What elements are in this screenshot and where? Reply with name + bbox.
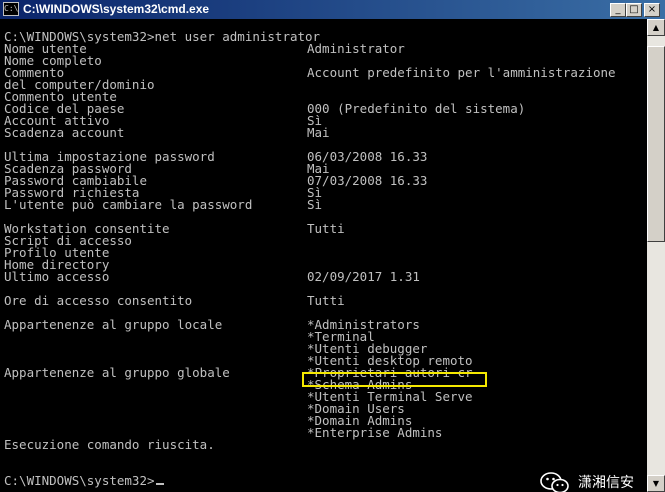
title-bar[interactable]: C:\ C:\WINDOWS\system32\cmd.exe _ □ × [0, 0, 665, 19]
console-line-left: Appartenenze al gruppo globale [4, 365, 230, 380]
console-output[interactable]: C:\WINDOWS\system32>net user administrat… [0, 19, 647, 492]
console-line: Scadenza account Mai [4, 125, 330, 140]
console-line: *Utenti debugger [4, 342, 427, 355]
console-line: L'utente può cambiare la password Sì [4, 197, 323, 212]
console-line-right: Administrator [307, 41, 405, 56]
console-line: Ultimo accesso 02/09/2017 1.31 [4, 269, 420, 284]
scroll-thumb[interactable] [647, 46, 665, 242]
maximize-button[interactable]: □ [626, 3, 642, 17]
console-line: Appartenenze al gruppo locale *Administra… [4, 317, 420, 332]
console-line-right: Account predefinito per l'amministrazion… [307, 65, 616, 80]
console-line: *Domain Users [4, 402, 405, 415]
highlight-box [302, 372, 487, 387]
console-line: Esecuzione comando riuscita. [4, 437, 320, 452]
minimize-button[interactable]: _ [610, 3, 626, 17]
console-line-left: Ore di accesso consentito [4, 293, 193, 308]
console-line: C:\WINDOWS\system32> [4, 473, 320, 488]
console-lines: C:\WINDOWS\system32>net user administrat… [4, 30, 616, 488]
console-line: *Domain Admins [4, 414, 412, 427]
wechat-icon [540, 472, 569, 492]
watermark-text: 潇湘信安 [578, 475, 634, 491]
console-line: *Utenti Terminal Serve [4, 390, 473, 403]
scroll-down-button[interactable]: ▼ [647, 475, 665, 492]
text-cursor [155, 483, 164, 485]
window-title: C:\WINDOWS\system32\cmd.exe [23, 2, 210, 16]
console-line-right: Tutti [307, 221, 345, 236]
console-line-right: Sì [307, 197, 323, 212]
console-line: Ore di accesso consentito Tutti [4, 293, 345, 308]
console-line-right: Mai [307, 125, 330, 140]
close-button[interactable]: × [644, 3, 660, 17]
vertical-scrollbar[interactable]: ▲ ▼ [647, 19, 665, 492]
watermark: 潇湘信安 [540, 471, 645, 492]
console-line-right: 07/03/2008 16.33 [307, 173, 428, 188]
console-line-left: Esecuzione comando riuscita. [4, 437, 215, 452]
console-line: Appartenenze al gruppo globale *Proprieta… [4, 365, 473, 380]
console-line-left: C:\WINDOWS\system32> [4, 473, 155, 488]
console-line-right: *Enterprise Admins [307, 425, 443, 440]
console-line: *Schema Admins [4, 378, 412, 391]
scroll-up-button[interactable]: ▲ [647, 19, 665, 36]
console-line-right: Tutti [307, 293, 345, 308]
console-line-right: 02/09/2017 1.31 [307, 269, 420, 284]
console-line: *Terminal [4, 330, 375, 343]
console-line-left: Ultimo accesso [4, 269, 110, 284]
cmd-icon: C:\ [3, 2, 19, 16]
console-line-left: L'utente può cambiare la password [4, 197, 253, 212]
console-line-left: Appartenenze al gruppo locale [4, 317, 223, 332]
console-line-right: 000 (Predefinito del sistema) [307, 101, 526, 116]
console-line-left: Scadenza account [4, 125, 125, 140]
